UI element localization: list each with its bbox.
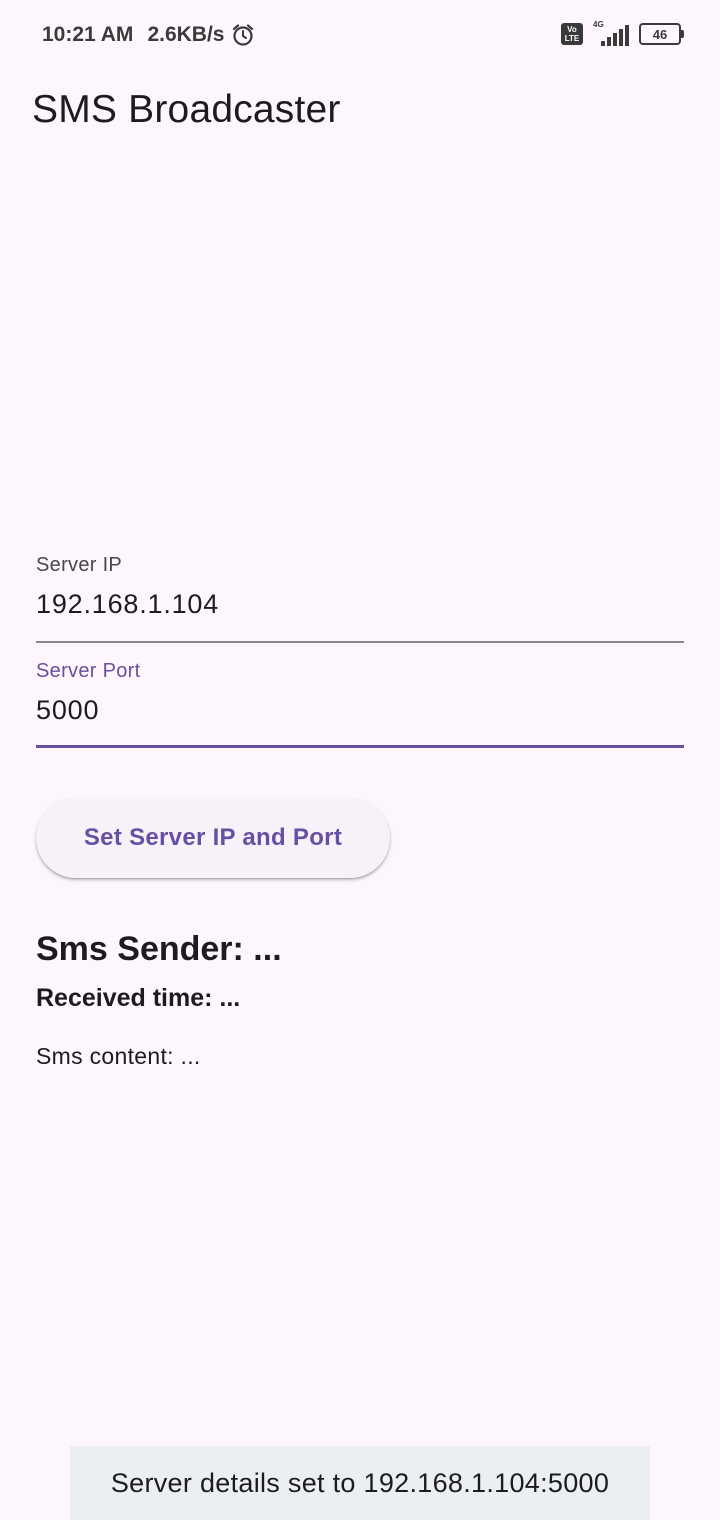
status-bar: 10:21 AM 2.6KB/s Vo LTE 4G 46 xyxy=(0,0,720,70)
battery-level: 46 xyxy=(639,23,681,45)
volte-bottom-text: LTE xyxy=(564,34,580,43)
battery-tip xyxy=(681,30,684,38)
set-server-button[interactable]: Set Server IP and Port xyxy=(36,798,390,878)
snackbar: Server details set to 192.168.1.104:5000 xyxy=(70,1446,650,1520)
signal-bars xyxy=(601,25,629,46)
sms-content: Sms content: ... xyxy=(36,1043,201,1069)
volte-top-text: Vo xyxy=(567,25,577,34)
sms-sender: Sms Sender: ... xyxy=(36,930,282,968)
status-left: 10:21 AM 2.6KB/s xyxy=(42,22,256,48)
server-ip-underline xyxy=(36,641,684,643)
server-ip-label: Server IP xyxy=(36,554,123,576)
server-port-underline xyxy=(36,745,684,748)
server-port-label: Server Port xyxy=(36,660,141,682)
app-title: SMS Broadcaster xyxy=(32,88,341,131)
battery-icon: 46 xyxy=(639,23,684,45)
status-time: 10:21 AM xyxy=(42,23,134,46)
server-ip-input[interactable]: 192.168.1.104 xyxy=(36,589,684,620)
server-ip-field[interactable]: Server IP 192.168.1.104 xyxy=(36,554,684,644)
server-port-input[interactable]: 5000 xyxy=(36,695,684,726)
snackbar-message: Server details set to 192.168.1.104:5000 xyxy=(110,1467,610,1498)
alarm-icon xyxy=(230,22,256,48)
sms-received-time: Received time: ... xyxy=(36,984,241,1012)
status-net-speed: 2.6KB/s xyxy=(147,23,225,46)
volte-icon: Vo LTE xyxy=(561,23,583,45)
server-port-field[interactable]: Server Port 5000 xyxy=(36,660,684,750)
status-right: Vo LTE 4G 46 xyxy=(561,20,684,46)
signal-icon: 4G xyxy=(593,20,629,46)
